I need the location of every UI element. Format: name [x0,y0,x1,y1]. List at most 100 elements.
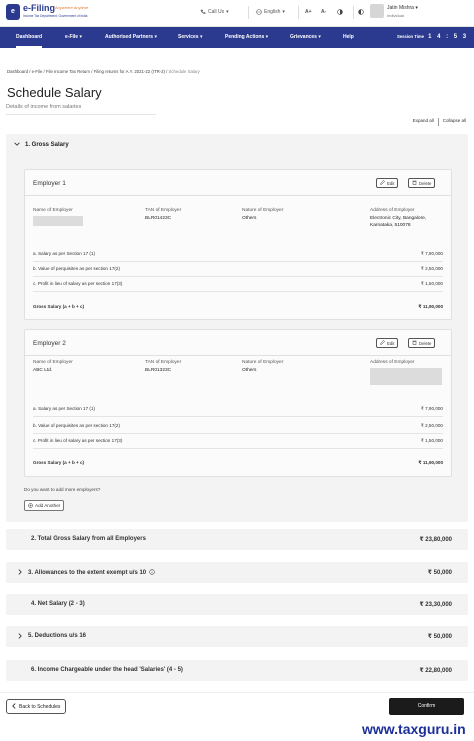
logo-title: e-Filing [23,3,55,13]
profit-in-lieu-label: c. Profit in lieu of salary as per secti… [33,438,123,443]
trash-icon [412,340,417,346]
chevron-down-icon [14,142,20,148]
perquisites-value: ₹ 2,50,000 [420,423,443,428]
user-role: Individual [387,13,404,18]
main-nav: Dashboard e-File ▾ Authorised Partners ▾… [0,27,474,48]
employer-tan: BLR01323C [145,368,172,373]
employer-address-label: Address of Employer [370,208,415,213]
add-another-label: Add Another [35,503,61,508]
language-label: English [264,9,281,15]
add-another-button[interactable]: Add Another [24,500,65,511]
perquisites-label: b. Value of perquisites as per section 1… [33,266,120,271]
summary-value: ₹ 50,000 [427,570,452,576]
plus-circle-icon [28,502,33,509]
salary-17-1-value: ₹ 7,90,000 [420,251,443,256]
employer-name-label: Name of Employer [33,360,73,365]
nav-efile[interactable]: e-File ▾ [65,27,82,48]
summary-label: 5. Deductions u/s 16 [28,633,87,639]
gross-salary-header[interactable]: 1. Gross Salary [14,142,69,148]
contrast-toggle-alt[interactable] [358,9,364,17]
profit-in-lieu-value: ₹ 1,50,000 [420,438,443,443]
employer-nature: Others [242,368,257,373]
chevron-down-icon: ▾ [282,9,285,15]
nav-dashboard[interactable]: Dashboard [16,27,43,48]
gross-salary-value: ₹ 11,90,000 [418,304,443,309]
delete-label: Delete [419,340,432,346]
chevron-left-icon [12,702,16,711]
employer-name-label: Name of Employer [33,208,73,213]
delete-button[interactable]: Delete [408,178,436,188]
breadcrumb-path[interactable]: Dashboard / e-File / File Income Tax Ret… [7,69,167,74]
breadcrumb[interactable]: Dashboard / e-File / File Income Tax Ret… [7,69,200,74]
page-subtitle: Details of income from salaries [6,104,156,115]
employer-nature-label: Nature of Employer [242,360,284,365]
expand-collapse-links: Expand all Collapse all [413,118,466,126]
summary-row-income-chargeable: 6. Income Chargeable under the head 'Sal… [6,660,468,681]
watermark-text: www.taxguru.in [362,721,466,737]
nav-services[interactable]: Services ▾ [178,27,202,48]
chevron-right-icon[interactable] [18,633,22,641]
salary-17-1-label: a. Salary as per Section 17 (1) [33,251,96,256]
half-circle-icon [358,9,364,17]
delete-label: Delete [419,180,432,186]
summary-value: ₹ 22,80,000 [419,668,452,674]
chevron-right-icon[interactable] [18,569,22,577]
logo-tagline: Anywhere Anytime [55,5,89,10]
efiling-logo[interactable]: e e-Filing Anywhere Anytime Income Tax D… [6,3,89,23]
summary-value: ₹ 23,30,000 [419,602,452,608]
pencil-icon [380,340,385,346]
employer-card-2: Employer 2 Edit Delete Name of Employer … [24,329,452,477]
language-select[interactable]: English ▾ [256,9,285,15]
back-to-schedules-button[interactable]: Back to Schedules [6,699,67,714]
edit-button[interactable]: Edit [376,338,399,348]
top-header: e e-Filing Anywhere Anytime Income Tax D… [0,0,474,27]
pencil-icon [380,180,385,186]
back-label: Back to Schedules [19,703,61,710]
font-increase-button[interactable]: A+ [305,9,312,15]
font-decrease-button[interactable]: A- [321,9,326,15]
page-title: Schedule Salary [7,85,102,100]
nav-help[interactable]: Help [343,27,354,48]
summary-row-total-gross: 2. Total Gross Salary from all Employers… [6,529,468,550]
employer-tan-label: TAN of Employer [145,208,182,213]
contrast-icon [337,9,343,17]
nav-authorised-partners[interactable]: Authorised Partners ▾ [105,27,157,48]
salary-17-1-label: a. Salary as per Section 17 (1) [33,406,96,411]
summary-row-allowances[interactable]: 3. Allowances to the extent exempt u/s 1… [6,562,468,583]
avatar[interactable] [370,4,384,18]
summary-label: 6. Income Chargeable under the head 'Sal… [31,667,183,673]
call-us-menu[interactable]: Call Us ▾ [200,9,229,15]
info-icon[interactable] [149,569,155,577]
add-employer-question: Do you want to add more employers? [24,487,101,492]
profit-in-lieu-value: ₹ 1,50,000 [420,281,443,286]
expand-all-link[interactable]: Expand all [413,118,434,126]
employer-title: Employer 1 [33,180,66,187]
nav-grievances[interactable]: Grievances ▾ [290,27,321,48]
summary-label: 2. Total Gross Salary from all Employers [31,536,146,542]
delete-button[interactable]: Delete [408,338,436,348]
summary-row-deductions[interactable]: 5. Deductions u/s 16 ₹ 50,000 [6,626,468,647]
session-time: 1 4 : 5 3 [428,34,469,40]
logo-subtitle: Income Tax Department, Government of Ind… [23,14,88,18]
allowances-label: 3. Allowances to the extent exempt u/s 1… [28,570,147,576]
employer-nature-label: Nature of Employer [242,208,284,213]
edit-label: Edit [387,340,395,346]
confirm-button[interactable]: Confirm [389,698,464,715]
nav-pending-actions[interactable]: Pending Actions ▾ [225,27,268,48]
user-name[interactable]: Jatin Mishra ▾ [387,5,418,11]
employer-name-redacted [33,216,83,226]
logo-mark: e [6,4,20,20]
gross-salary-value: ₹ 11,90,000 [418,460,443,465]
employer-tan-label: TAN of Employer [145,360,182,365]
session-label: Session Time [397,34,424,39]
edit-label: Edit [387,180,395,186]
employer-card-1: Employer 1 Edit Delete Name of Employer … [24,169,452,320]
employer-nature: Others [242,216,257,221]
employer-tan: BLR01423C [145,216,172,221]
collapse-all-link[interactable]: Collapse all [443,118,466,126]
salary-17-1-value: ₹ 7,90,000 [420,406,443,411]
summary-label: 4. Net Salary (2 - 3) [31,601,85,607]
edit-button[interactable]: Edit [376,178,399,188]
contrast-toggle[interactable] [337,9,343,17]
employer-name: ABC Ltd. [33,368,53,373]
